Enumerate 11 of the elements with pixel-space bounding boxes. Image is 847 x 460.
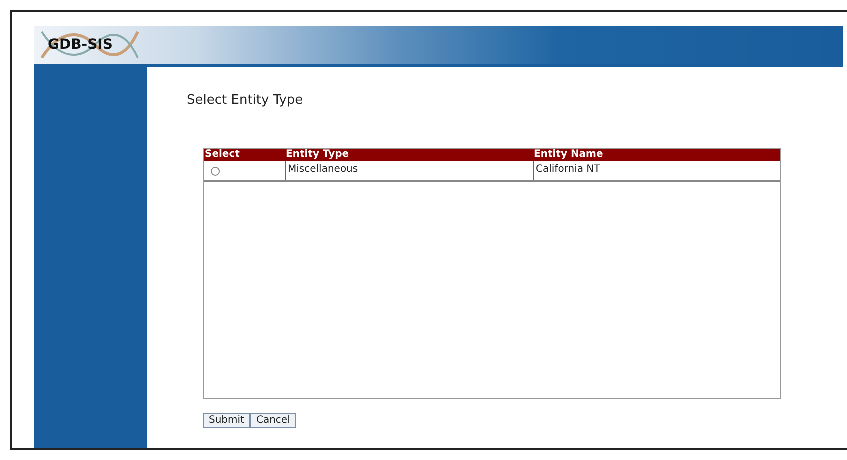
- cancel-button[interactable]: Cancel: [250, 413, 296, 428]
- logo-text: GDB-SIS: [48, 37, 113, 53]
- dna-icon: [40, 30, 140, 60]
- page-title: Select Entity Type: [187, 93, 304, 108]
- submit-button[interactable]: Submit: [203, 413, 250, 428]
- column-header: Entity Type: [285, 149, 350, 161]
- column-header: Select: [204, 149, 241, 161]
- table-cell: California NT: [533, 161, 780, 180]
- table-cell: Miscellaneous: [285, 161, 533, 180]
- column-header: Entity Name: [533, 149, 604, 161]
- radio-button[interactable]: [211, 167, 220, 176]
